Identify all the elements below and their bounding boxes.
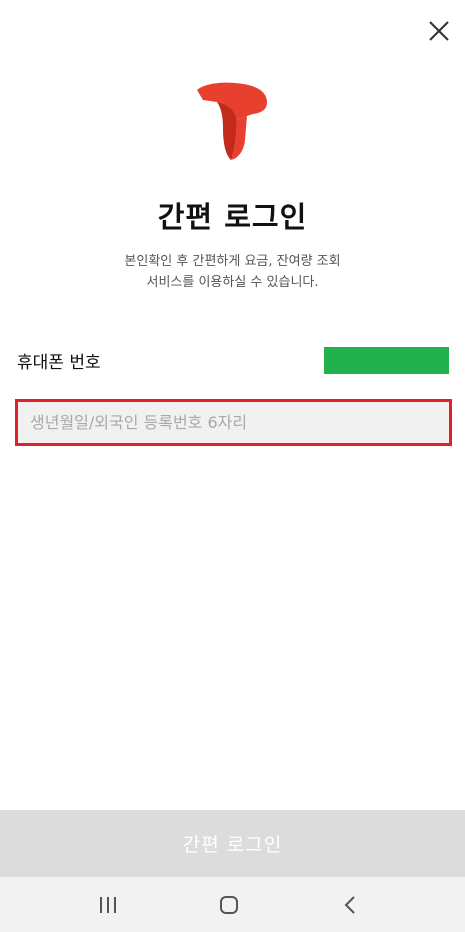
home-button[interactable]: [213, 889, 245, 921]
subtitle-line-1: 본인확인 후 간편하게 요금, 잔여량 조회: [124, 254, 341, 269]
page-subtitle: 본인확인 후 간편하게 요금, 잔여량 조회 서비스를 이용하실 수 있습니다.: [0, 251, 465, 293]
t-logo-icon: [197, 82, 267, 160]
close-button[interactable]: [420, 12, 458, 50]
back-icon: [344, 896, 355, 914]
close-icon: [429, 21, 449, 41]
phone-number-label: 휴대폰 번호: [17, 353, 101, 373]
phone-number-value: [324, 347, 449, 374]
recent-apps-button[interactable]: [92, 889, 124, 921]
back-button[interactable]: [334, 889, 366, 921]
home-icon: [220, 896, 238, 914]
simple-login-screen: 간편 로그인 본인확인 후 간편하게 요금, 잔여량 조회 서비스를 이용하실 …: [0, 0, 465, 932]
recent-apps-icon: [100, 897, 116, 913]
system-navigation-bar: [0, 877, 465, 932]
birth-date-input[interactable]: [18, 402, 449, 443]
subtitle-line-2: 서비스를 이용하실 수 있습니다.: [146, 275, 319, 290]
simple-login-button[interactable]: 간편 로그인: [0, 810, 465, 877]
page-title: 간편 로그인: [157, 200, 308, 234]
birth-input-highlight: [15, 399, 452, 446]
